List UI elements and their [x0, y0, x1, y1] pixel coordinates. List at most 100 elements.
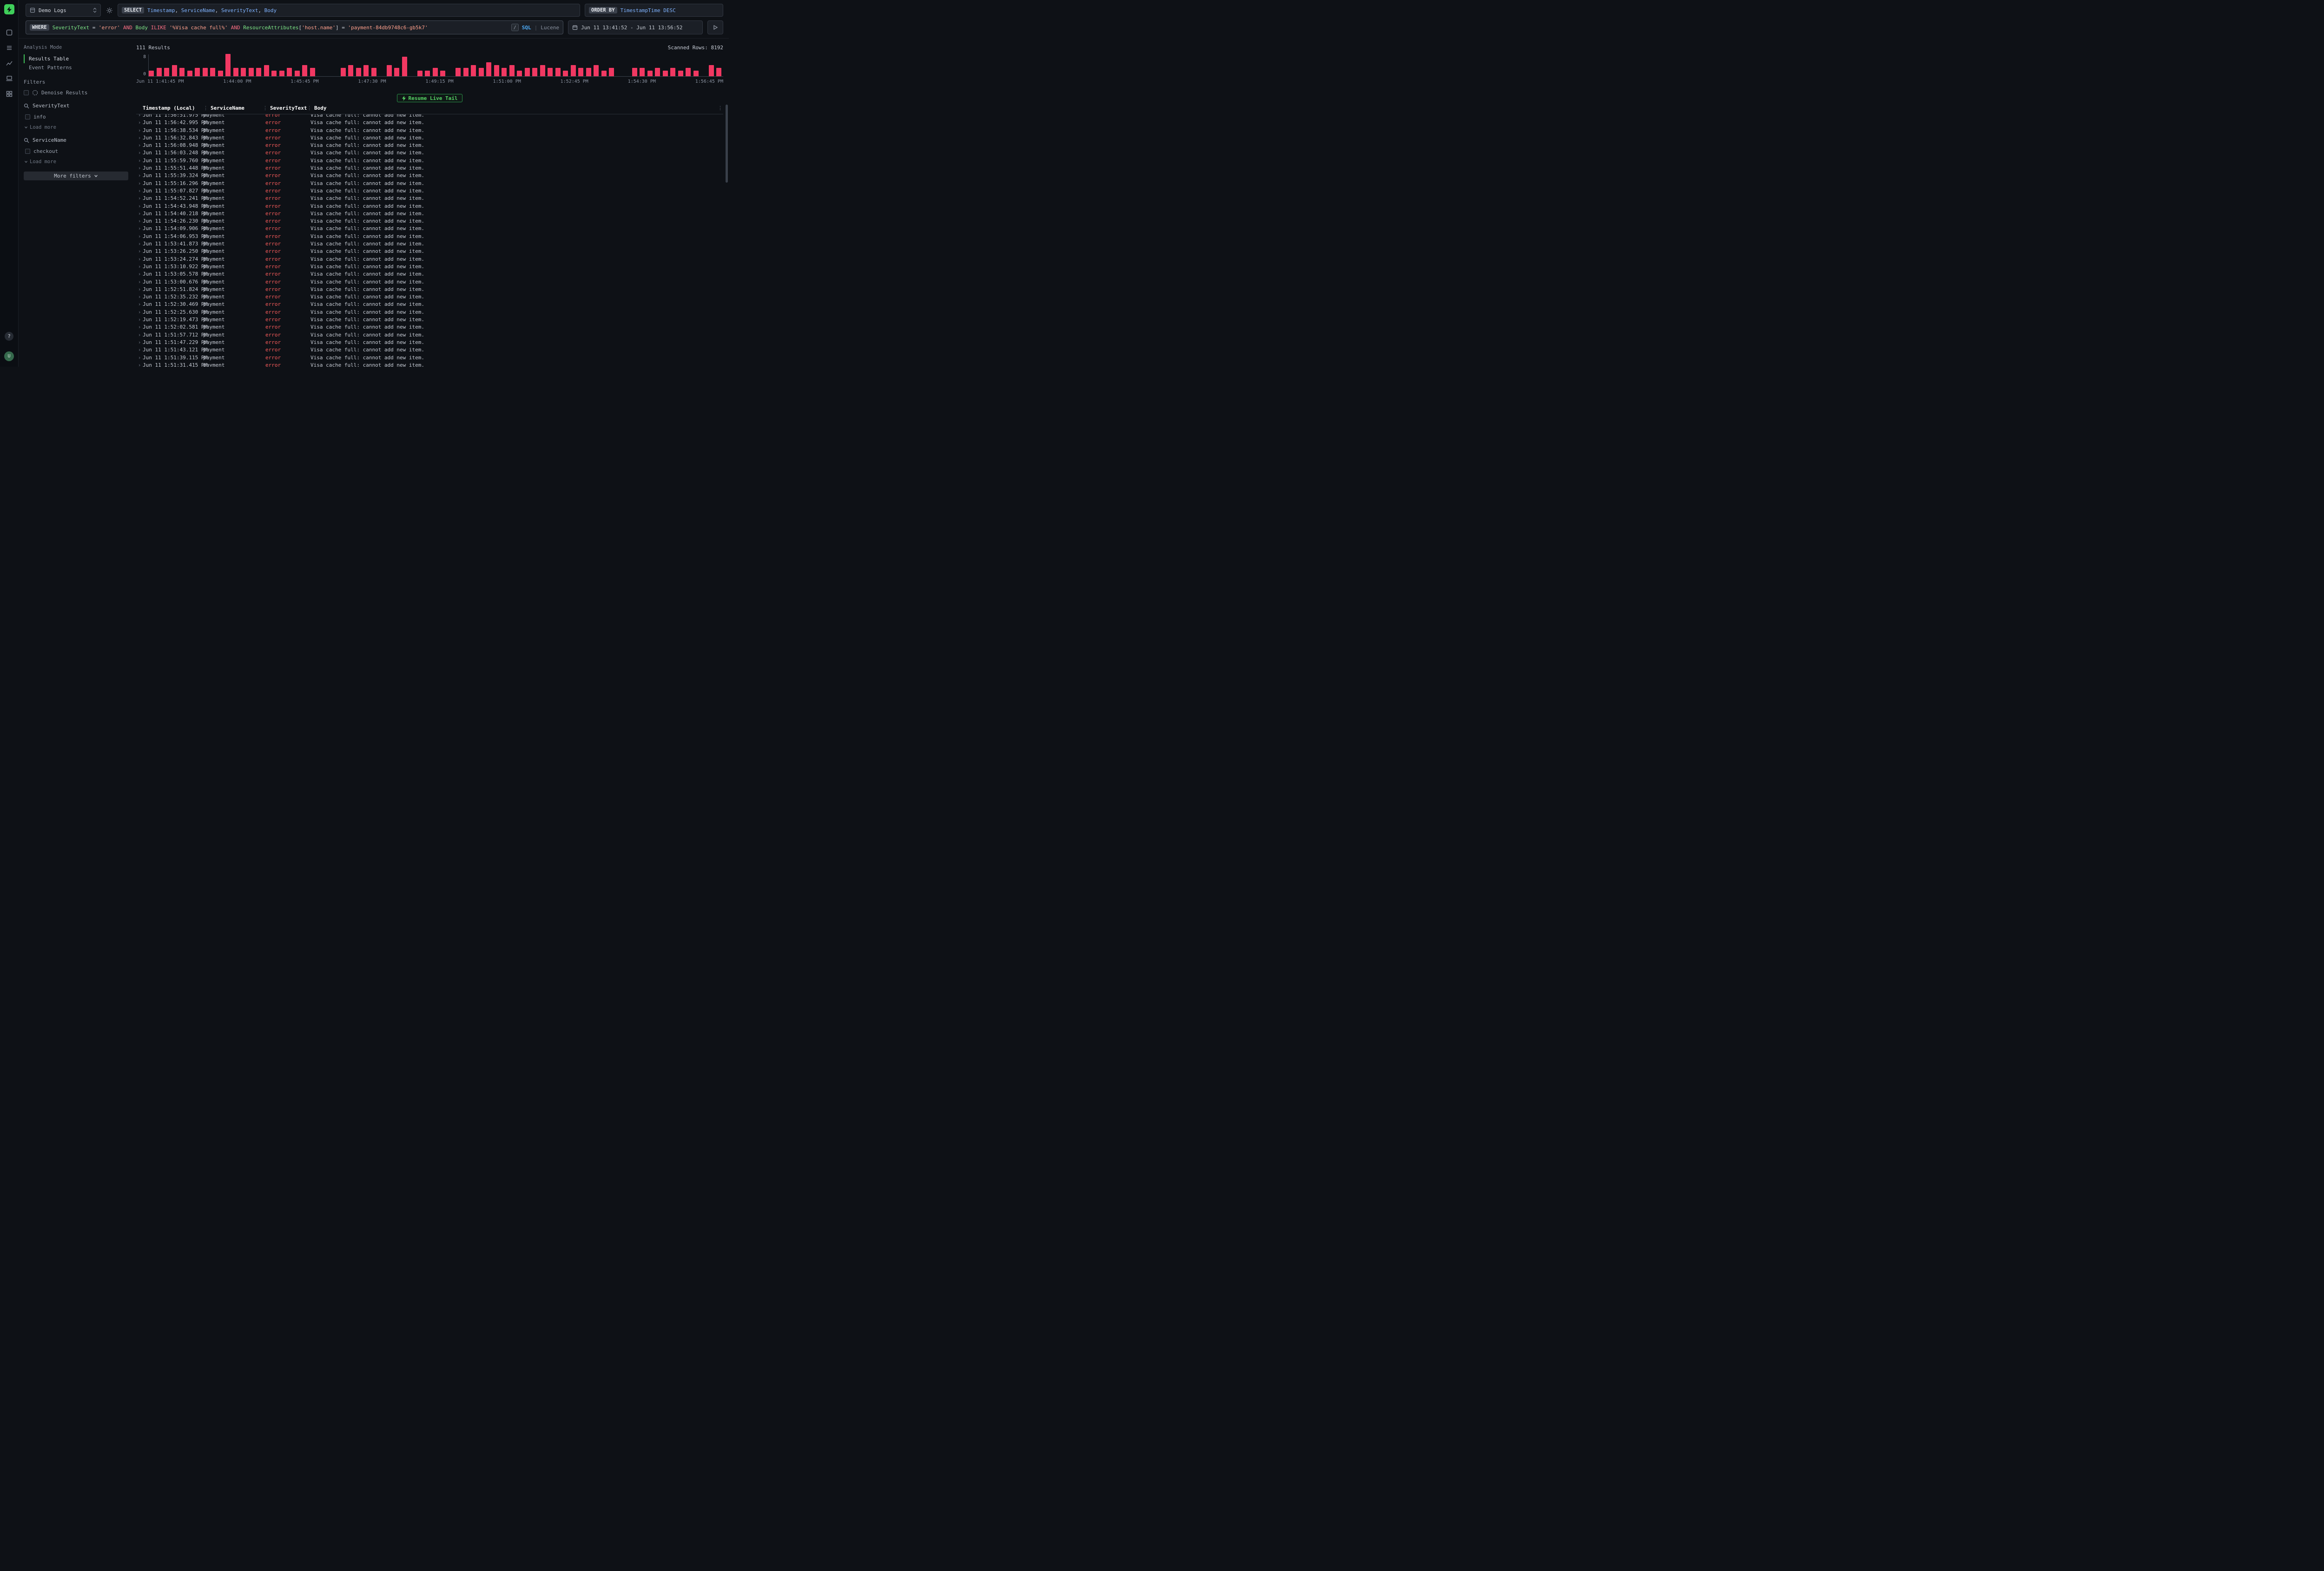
mode-event-patterns[interactable]: Event Patterns	[24, 63, 128, 72]
histogram-bar[interactable]	[356, 68, 361, 76]
histogram-bar[interactable]	[609, 68, 614, 76]
denoise-checkbox[interactable]	[24, 90, 29, 95]
user-avatar[interactable]: U	[4, 351, 14, 361]
table-row[interactable]: ›Jun 11 1:56:51.975 PMpaymenterrorVisa c…	[136, 114, 723, 119]
histogram-bar[interactable]	[678, 71, 683, 76]
histogram-bar[interactable]	[264, 65, 269, 76]
row-expand-chevron-icon[interactable]: ›	[136, 225, 143, 232]
row-expand-chevron-icon[interactable]: ›	[136, 256, 143, 263]
filter-group-servicename[interactable]: ServiceName	[24, 137, 128, 143]
table-row[interactable]: ›Jun 11 1:52:02.581 PMpaymenterrorVisa c…	[136, 323, 723, 331]
histogram-bar[interactable]	[341, 68, 346, 76]
row-expand-chevron-icon[interactable]: ›	[136, 218, 143, 225]
histogram-bar[interactable]	[655, 68, 660, 76]
table-row[interactable]: ›Jun 11 1:51:31.415 PMpaymenterrorVisa c…	[136, 362, 723, 367]
histogram-bar[interactable]	[271, 71, 277, 76]
load-more-severity[interactable]: Load more	[24, 125, 128, 130]
sql-language-toggle[interactable]: SQL	[522, 25, 531, 31]
column-resize-handle[interactable]: ⋮	[718, 105, 723, 111]
app-logo[interactable]	[4, 4, 14, 14]
mode-results-table[interactable]: Results Table	[24, 54, 128, 63]
histogram-bar[interactable]	[486, 62, 491, 76]
histogram-bar[interactable]	[425, 71, 430, 76]
row-expand-chevron-icon[interactable]: ›	[136, 263, 143, 271]
histogram-bar[interactable]	[601, 71, 607, 76]
row-expand-chevron-icon[interactable]: ›	[136, 119, 143, 126]
histogram-bar[interactable]	[502, 68, 507, 76]
row-expand-chevron-icon[interactable]: ›	[136, 233, 143, 240]
table-row[interactable]: ›Jun 11 1:54:26.230 PMpaymenterrorVisa c…	[136, 218, 723, 225]
row-expand-chevron-icon[interactable]: ›	[136, 309, 143, 316]
histogram-bar[interactable]	[471, 65, 476, 76]
histogram-bar[interactable]	[256, 68, 261, 76]
histogram-bar[interactable]	[686, 68, 691, 76]
row-expand-chevron-icon[interactable]: ›	[136, 354, 143, 362]
row-expand-chevron-icon[interactable]: ›	[136, 240, 143, 248]
histogram-bar[interactable]	[670, 68, 675, 76]
row-expand-chevron-icon[interactable]: ›	[136, 195, 143, 202]
where-search-input[interactable]: WHERE SeverityText = 'error' AND Body IL…	[26, 20, 563, 34]
table-row[interactable]: ›Jun 11 1:55:16.296 PMpaymenterrorVisa c…	[136, 180, 723, 187]
histogram-bar[interactable]	[709, 65, 714, 76]
table-scrollbar-thumb[interactable]	[726, 105, 728, 183]
histogram-bar[interactable]	[663, 71, 668, 76]
histogram-bar[interactable]	[456, 68, 461, 76]
filter-option-info[interactable]: info	[25, 114, 128, 120]
histogram-bar[interactable]	[402, 57, 407, 76]
sessions-nav-icon[interactable]	[6, 75, 13, 82]
histogram-bar[interactable]	[525, 68, 530, 76]
lucene-language-toggle[interactable]: Lucene	[541, 25, 559, 31]
histogram-bar[interactable]	[363, 65, 369, 76]
histogram-bar[interactable]	[578, 68, 583, 76]
column-severitytext[interactable]: ⋮SeverityText	[263, 105, 307, 111]
table-row[interactable]: ›Jun 11 1:54:40.218 PMpaymenterrorVisa c…	[136, 210, 723, 218]
histogram-bar[interactable]	[187, 71, 192, 76]
histogram-bar[interactable]	[548, 68, 553, 76]
filter-option-checkout[interactable]: checkout	[25, 148, 128, 154]
histogram-bar[interactable]	[640, 68, 645, 76]
column-resize-handle[interactable]: ⋮	[203, 105, 208, 111]
histogram-bar[interactable]	[647, 71, 653, 76]
row-expand-chevron-icon[interactable]: ›	[136, 157, 143, 165]
table-row[interactable]: ›Jun 11 1:53:05.578 PMpaymenterrorVisa c…	[136, 271, 723, 278]
order-by-input[interactable]: ORDER BY TimestampTime DESC	[585, 4, 723, 17]
table-row[interactable]: ›Jun 11 1:53:41.873 PMpaymenterrorVisa c…	[136, 240, 723, 248]
histogram-bar[interactable]	[517, 71, 522, 76]
histogram-bar[interactable]	[571, 65, 576, 76]
table-row[interactable]: ›Jun 11 1:56:42.995 PMpaymenterrorVisa c…	[136, 119, 723, 126]
row-expand-chevron-icon[interactable]: ›	[136, 172, 143, 179]
info-checkbox[interactable]	[25, 114, 30, 119]
table-row[interactable]: ›Jun 11 1:54:43.948 PMpaymenterrorVisa c…	[136, 203, 723, 210]
histogram-bar[interactable]	[310, 68, 315, 76]
row-expand-chevron-icon[interactable]: ›	[136, 271, 143, 278]
histogram-bar[interactable]	[594, 65, 599, 76]
logs-nav-icon[interactable]	[6, 44, 13, 52]
histogram-bar[interactable]	[440, 71, 445, 76]
table-row[interactable]: ›Jun 11 1:54:09.906 PMpaymenterrorVisa c…	[136, 225, 723, 232]
table-row[interactable]: ›Jun 11 1:53:00.676 PMpaymenterrorVisa c…	[136, 278, 723, 286]
help-button[interactable]: ?	[5, 332, 13, 341]
source-select[interactable]: Demo Logs	[26, 4, 101, 17]
table-row[interactable]: ›Jun 11 1:53:24.274 PMpaymenterrorVisa c…	[136, 256, 723, 263]
time-range-picker[interactable]: Jun 11 13:41:52 - Jun 11 13:56:52	[568, 20, 703, 34]
chart-nav-icon[interactable]	[6, 59, 13, 67]
row-expand-chevron-icon[interactable]: ›	[136, 203, 143, 210]
more-filters-button[interactable]: More filters	[24, 172, 128, 180]
table-row[interactable]: ›Jun 11 1:52:25.630 PMpaymenterrorVisa c…	[136, 309, 723, 316]
histogram-bar[interactable]	[287, 68, 292, 76]
row-expand-chevron-icon[interactable]: ›	[136, 114, 143, 119]
table-row[interactable]: ›Jun 11 1:56:38.534 PMpaymenterrorVisa c…	[136, 127, 723, 134]
histogram-bar[interactable]	[195, 68, 200, 76]
row-expand-chevron-icon[interactable]: ›	[136, 210, 143, 218]
denoise-results-toggle[interactable]: Denoise Results	[24, 90, 128, 96]
histogram-bar[interactable]	[249, 68, 254, 76]
histogram-bar[interactable]	[555, 68, 561, 76]
table-row[interactable]: ›Jun 11 1:55:51.448 PMpaymenterrorVisa c…	[136, 165, 723, 172]
row-expand-chevron-icon[interactable]: ›	[136, 339, 143, 346]
histogram-bar[interactable]	[586, 68, 591, 76]
source-settings-gear-icon[interactable]	[106, 7, 113, 14]
histogram-bar[interactable]	[433, 68, 438, 76]
row-expand-chevron-icon[interactable]: ›	[136, 323, 143, 331]
histogram-bar[interactable]	[302, 65, 307, 76]
histogram-bar[interactable]	[295, 71, 300, 76]
